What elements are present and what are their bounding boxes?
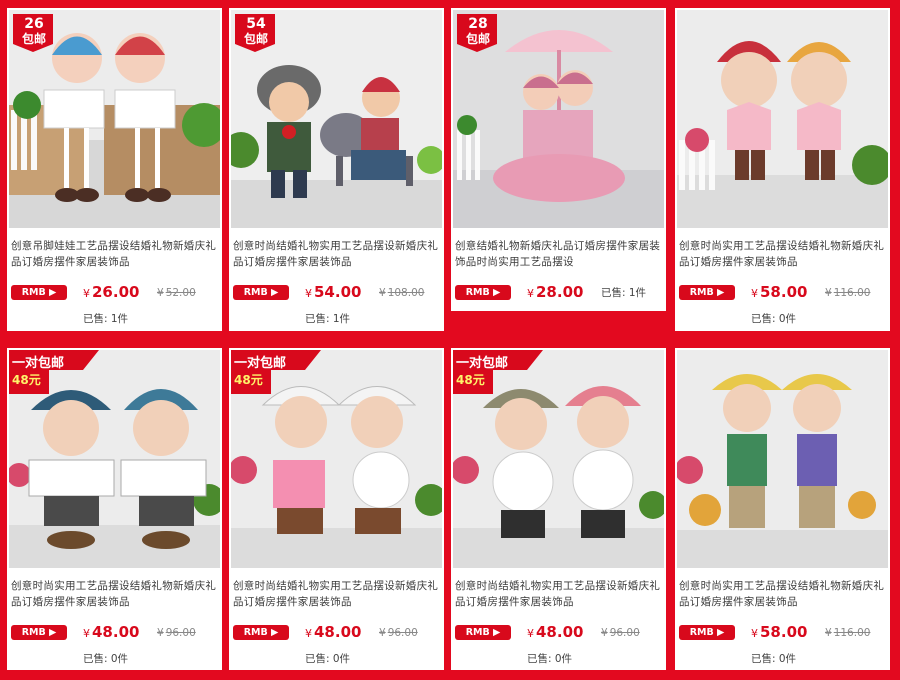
badge-text: 包邮 bbox=[243, 32, 268, 46]
white-fence bbox=[11, 110, 37, 170]
figurine-photo bbox=[677, 350, 888, 568]
sold-count: 已售: 0件 bbox=[305, 653, 351, 665]
original-price: ¥96.00 bbox=[157, 627, 196, 639]
product-title[interactable]: 创意吊脚娃娃工艺品摆设结婚礼物新婚庆礼品订婚房摆件家居装饰品 bbox=[11, 238, 221, 270]
product-card[interactable]: 创意时尚实用工艺品摆设结婚礼物新婚庆礼品订婚房摆件家居装饰品 RMB ▶ ¥58… bbox=[675, 348, 890, 670]
promo-price: 48元 bbox=[12, 373, 41, 387]
price: ¥54.00 bbox=[305, 283, 362, 301]
promo-text: 一对包邮 bbox=[234, 356, 287, 371]
badge-count: 26 bbox=[24, 16, 44, 32]
product-title[interactable]: 创意时尚结婚礼物实用工艺品摆设新婚庆礼品订婚房摆件家居装饰品 bbox=[233, 238, 443, 270]
badge-count: 28 bbox=[468, 16, 488, 32]
rmb-button[interactable]: RMB ▶ bbox=[233, 285, 289, 300]
discount-badge: 26 包邮 bbox=[13, 14, 55, 52]
product-title[interactable]: 创意时尚实用工艺品摆设结婚礼物新婚庆礼品订婚房摆件家居装饰品 bbox=[11, 578, 221, 610]
price: ¥48.00 bbox=[305, 623, 362, 641]
original-price: ¥96.00 bbox=[379, 627, 418, 639]
sold-count: 已售: 1件 bbox=[305, 313, 351, 325]
rmb-button[interactable]: RMB ▶ bbox=[455, 625, 511, 640]
rmb-button[interactable]: RMB ▶ bbox=[11, 625, 67, 640]
original-price: ¥52.00 bbox=[157, 287, 196, 299]
discount-badge: 54 包邮 bbox=[235, 14, 277, 52]
rmb-button[interactable]: RMB ▶ bbox=[233, 625, 289, 640]
badge-text: 包邮 bbox=[465, 32, 490, 46]
product-card[interactable]: 一对包邮 48元 创意时尚结婚礼物实用工艺品摆设新婚庆礼品订婚房摆件家居装饰品 … bbox=[229, 348, 444, 670]
product-card[interactable]: 54 包邮 创意时尚结婚礼物实用工艺品摆设新婚庆礼品订婚房摆件家居装饰品 RMB… bbox=[229, 8, 444, 331]
product-title[interactable]: 创意结婚礼物新婚庆礼品订婚房摆件家居装饰品时尚实用工艺品摆设 bbox=[455, 238, 665, 270]
product-card[interactable]: 一对包邮 48元 创意时尚实用工艺品摆设结婚礼物新婚庆礼品订婚房摆件家居装饰品 … bbox=[7, 348, 222, 670]
product-card[interactable]: 一对包邮 48元 创意时尚结婚礼物实用工艺品摆设新婚庆礼品订婚房摆件家居装饰品 … bbox=[451, 348, 666, 670]
price: ¥48.00 bbox=[527, 623, 584, 641]
price: ¥58.00 bbox=[751, 283, 808, 301]
promo-text: 一对包邮 bbox=[12, 356, 65, 371]
sold-count: 已售: 0件 bbox=[751, 313, 797, 325]
price: ¥58.00 bbox=[751, 623, 808, 641]
sold-count: 已售: 1件 bbox=[601, 287, 647, 299]
product-card[interactable]: 26 包邮 创意吊脚娃娃工艺品摆设结婚礼物新婚庆礼品订婚房摆件家居装饰品 RMB… bbox=[7, 8, 222, 331]
promo-price: 48元 bbox=[234, 373, 263, 387]
price: ¥28.00 bbox=[527, 283, 584, 301]
price: ¥48.00 bbox=[83, 623, 140, 641]
price: ¥26.00 bbox=[83, 283, 140, 301]
original-price: ¥116.00 bbox=[825, 627, 871, 639]
product-card[interactable]: 28 包邮 创意结婚礼物新婚庆礼品订婚房摆件家居装饰品时尚实用工艺品摆设 RMB… bbox=[451, 8, 666, 311]
original-price: ¥116.00 bbox=[825, 287, 871, 299]
rmb-button[interactable]: RMB ▶ bbox=[679, 625, 735, 640]
rmb-button[interactable]: RMB ▶ bbox=[11, 285, 67, 300]
product-photo[interactable] bbox=[677, 10, 888, 228]
sold-count: 已售: 0件 bbox=[527, 653, 573, 665]
rmb-button[interactable]: RMB ▶ bbox=[455, 285, 511, 300]
badge-count: 54 bbox=[246, 16, 266, 32]
product-card[interactable]: 创意时尚实用工艺品摆设结婚礼物新婚庆礼品订婚房摆件家居装饰品 RMB ▶ ¥58… bbox=[675, 8, 890, 331]
sold-count: 已售: 0件 bbox=[751, 653, 797, 665]
sold-count: 已售: 1件 bbox=[83, 313, 129, 325]
promo-text: 一对包邮 bbox=[456, 356, 509, 371]
sold-count: 已售: 0件 bbox=[83, 653, 129, 665]
product-title[interactable]: 创意时尚实用工艺品摆设结婚礼物新婚庆礼品订婚房摆件家居装饰品 bbox=[679, 578, 889, 610]
rmb-button[interactable]: RMB ▶ bbox=[679, 285, 735, 300]
product-photo[interactable] bbox=[677, 350, 888, 568]
product-grid: 26 包邮 创意吊脚娃娃工艺品摆设结婚礼物新婚庆礼品订婚房摆件家居装饰品 RMB… bbox=[0, 0, 900, 680]
promo-price: 48元 bbox=[456, 373, 485, 387]
badge-text: 包邮 bbox=[21, 32, 46, 46]
product-title[interactable]: 创意时尚实用工艺品摆设结婚礼物新婚庆礼品订婚房摆件家居装饰品 bbox=[679, 238, 889, 270]
discount-badge: 28 包邮 bbox=[457, 14, 499, 52]
original-price: ¥96.00 bbox=[601, 627, 640, 639]
figurine-photo bbox=[677, 10, 888, 228]
product-title[interactable]: 创意时尚结婚礼物实用工艺品摆设新婚庆礼品订婚房摆件家居装饰品 bbox=[455, 578, 665, 610]
original-price: ¥108.00 bbox=[379, 287, 425, 299]
product-title[interactable]: 创意时尚结婚礼物实用工艺品摆设新婚庆礼品订婚房摆件家居装饰品 bbox=[233, 578, 443, 610]
